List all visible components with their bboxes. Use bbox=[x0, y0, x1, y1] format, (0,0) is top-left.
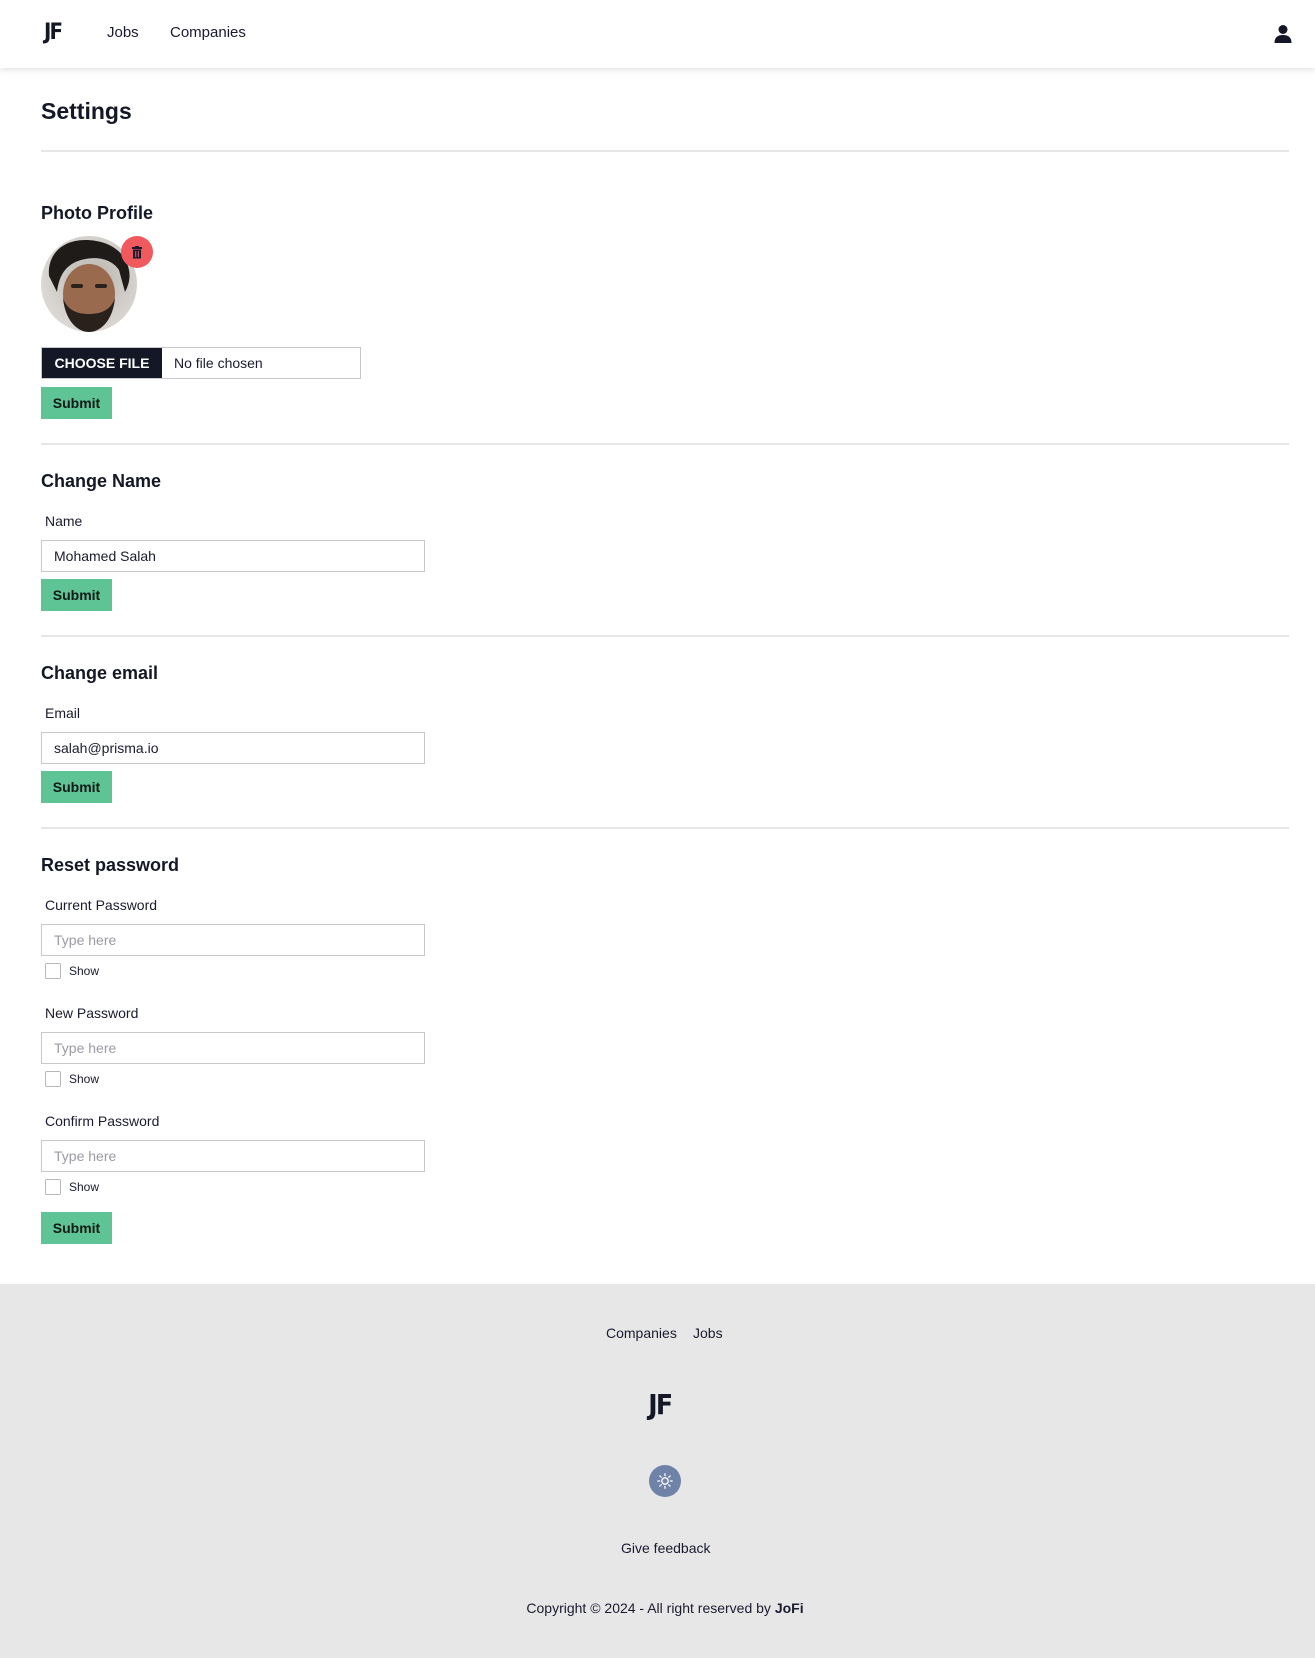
divider bbox=[41, 827, 1289, 829]
confirm-password-label: Confirm Password bbox=[45, 1113, 160, 1129]
name-input[interactable] bbox=[41, 540, 425, 572]
file-status: No file chosen bbox=[174, 355, 263, 371]
section-title-photo: Photo Profile bbox=[41, 203, 153, 223]
show-current-password-checkbox[interactable] bbox=[45, 963, 61, 979]
navbar: JF Jobs Companies bbox=[0, 0, 1315, 68]
logo: JF bbox=[43, 20, 63, 45]
new-password-input[interactable] bbox=[41, 1032, 425, 1064]
show-label: Show bbox=[69, 1072, 100, 1086]
section-title-password: Reset password bbox=[41, 855, 180, 875]
current-password-label: Current Password bbox=[45, 897, 158, 913]
show-confirm-password-checkbox[interactable] bbox=[45, 1179, 61, 1195]
show-current-password[interactable]: Show bbox=[45, 963, 99, 979]
avatar-container bbox=[41, 236, 153, 332]
footer-link-companies[interactable]: Companies bbox=[606, 1325, 677, 1341]
page-title: Settings bbox=[41, 98, 132, 124]
nav-link-companies[interactable]: Companies bbox=[170, 24, 246, 41]
email-submit-button[interactable]: Submit bbox=[41, 771, 112, 803]
footer-logo: JF bbox=[647, 1388, 673, 1421]
confirm-password-input[interactable] bbox=[41, 1140, 425, 1172]
divider bbox=[41, 443, 1289, 445]
email-input[interactable] bbox=[41, 732, 425, 764]
divider bbox=[41, 635, 1289, 637]
logo-link[interactable]: JF bbox=[43, 20, 63, 45]
sun-icon[interactable] bbox=[649, 1465, 681, 1497]
choose-file-button[interactable]: CHOOSE FILE bbox=[42, 348, 162, 378]
section-title-email: Change email bbox=[41, 663, 159, 683]
copyright: Copyright © 2024 - All right reserved by… bbox=[0, 1600, 1315, 1616]
photo-submit-button[interactable]: Submit bbox=[41, 387, 112, 419]
name-label: Name bbox=[45, 513, 83, 529]
email-label: Email bbox=[45, 705, 81, 721]
name-submit-button[interactable]: Submit bbox=[41, 579, 112, 611]
show-label: Show bbox=[69, 964, 100, 978]
user-icon[interactable] bbox=[1273, 24, 1293, 44]
new-password-label: New Password bbox=[45, 1005, 139, 1021]
divider bbox=[41, 150, 1289, 152]
footer: Companies Jobs JF Give feedback Copyrigh… bbox=[0, 1284, 1315, 1658]
current-password-input[interactable] bbox=[41, 924, 425, 956]
footer-link-jobs[interactable]: Jobs bbox=[693, 1325, 723, 1341]
show-new-password-checkbox[interactable] bbox=[45, 1071, 61, 1087]
password-submit-button[interactable]: Submit bbox=[41, 1212, 112, 1244]
give-feedback-link[interactable]: Give feedback bbox=[621, 1540, 711, 1556]
show-label: Show bbox=[69, 1180, 100, 1194]
file-picker[interactable]: CHOOSE FILE No file chosen bbox=[41, 347, 361, 379]
copyright-text: Copyright © 2024 - All right reserved by bbox=[526, 1600, 775, 1616]
trash-icon[interactable] bbox=[121, 236, 153, 268]
show-confirm-password[interactable]: Show bbox=[45, 1179, 99, 1195]
nav-link-jobs[interactable]: Jobs bbox=[107, 24, 139, 41]
show-new-password[interactable]: Show bbox=[45, 1071, 99, 1087]
brand-name: JoFi bbox=[774, 1600, 804, 1616]
logo: JF bbox=[648, 1388, 673, 1421]
section-title-name: Change Name bbox=[41, 471, 162, 491]
